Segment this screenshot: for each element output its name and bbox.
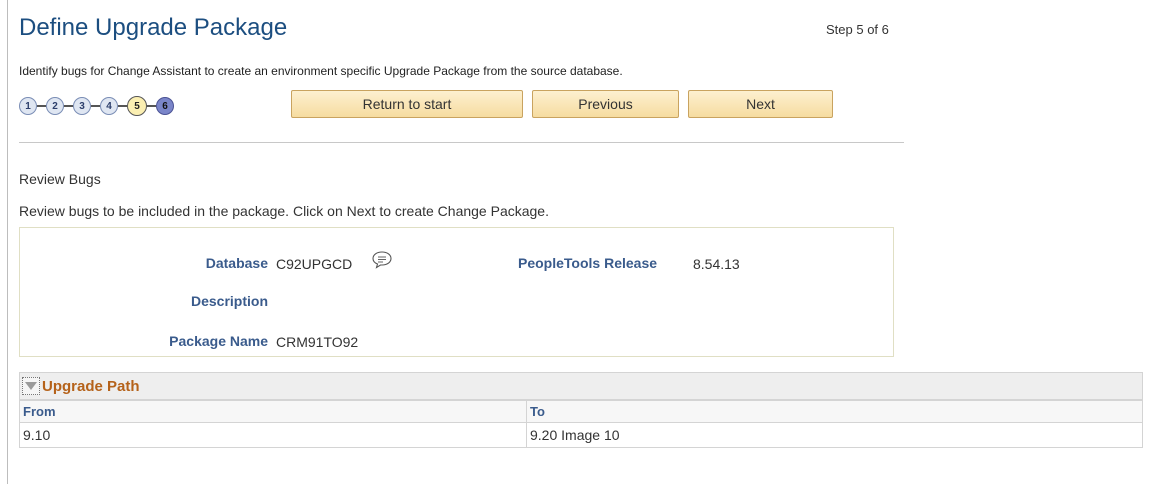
package-info-box: Database C92UPGCD PeopleTools Release 8.… (19, 227, 894, 357)
step-connector (91, 105, 100, 107)
cell-to: 9.20 Image 10 (526, 422, 1143, 448)
package-name-value: CRM91TO92 (276, 334, 359, 350)
database-value: C92UPGCD (276, 256, 353, 272)
column-header-from: From (19, 400, 527, 423)
step-connector (37, 105, 46, 107)
package-name-label: Package Name (169, 333, 268, 349)
step-train: 1 2 3 4 5 6 (19, 95, 174, 117)
database-label: Database (205, 255, 268, 271)
grid-header: Upgrade Path (19, 372, 1143, 400)
table-row: 9.10 9.20 Image 10 (19, 422, 1143, 448)
step-6-button[interactable]: 6 (156, 97, 174, 115)
section-title: Review Bugs (19, 171, 101, 187)
step-2-button[interactable]: 2 (46, 97, 64, 115)
page-title: Define Upgrade Package (19, 14, 288, 41)
peopletools-release-label: PeopleTools Release (518, 255, 658, 271)
column-header-to: To (526, 400, 1143, 423)
upgrade-path-grid: Upgrade Path From To 9.10 9.20 Image 10 (19, 372, 1143, 448)
page-instructions: Identify bugs for Change Assistant to cr… (19, 64, 623, 78)
previous-button[interactable]: Previous (532, 90, 679, 118)
section-divider (19, 142, 904, 143)
return-to-start-button[interactable]: Return to start (291, 90, 523, 118)
step-connector (64, 105, 73, 107)
peopletools-release-value: 8.54.13 (693, 256, 740, 272)
upgrade-path-table: From To 9.10 9.20 Image 10 (19, 400, 1143, 448)
step-4-button[interactable]: 4 (100, 97, 118, 115)
step-connector (118, 105, 127, 107)
next-button[interactable]: Next (688, 90, 833, 118)
page-left-border (7, 0, 8, 484)
table-header-row: From To (19, 400, 1143, 423)
step-connector (147, 105, 156, 107)
grid-title: Upgrade Path (42, 377, 140, 395)
comment-bubble-icon[interactable] (371, 250, 393, 270)
cell-from: 9.10 (19, 422, 527, 448)
step-1-button[interactable]: 1 (19, 97, 37, 115)
section-description: Review bugs to be included in the packag… (19, 203, 549, 219)
collapse-toggle-icon[interactable] (22, 377, 40, 395)
step-3-button[interactable]: 3 (73, 97, 91, 115)
step-indicator: Step 5 of 6 (826, 22, 889, 37)
step-5-current[interactable]: 5 (127, 96, 147, 116)
description-label: Description (190, 293, 268, 309)
